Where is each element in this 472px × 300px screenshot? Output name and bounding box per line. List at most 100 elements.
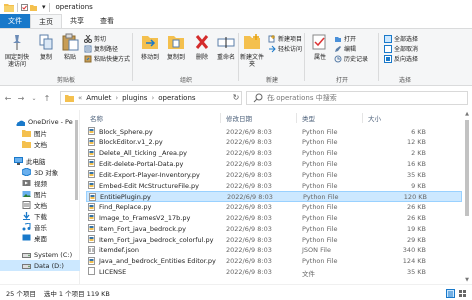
sidebar-item-label: 桌面 [34,234,47,243]
file-date: 2022/6/9 8:03 [226,181,272,190]
file-row[interactable]: Item_Fort_java_bedrock_colorful.py 2022/6… [86,234,462,245]
sidebar-item[interactable]: 文档 [0,199,80,210]
new-folder-icon[interactable] [30,4,37,11]
organize-group-label: 组织 [179,77,192,84]
refresh-icon[interactable]: ↻ [230,92,242,104]
file-type: Python File [302,257,338,266]
breadcrumb-operations[interactable]: operations [158,94,195,102]
copy-path-button[interactable]: 复制路径 [84,44,118,53]
history-button[interactable]: 历史记录 [334,54,368,63]
file-name: Block_Sphere.py [99,127,153,136]
invert-selection-button[interactable]: 反向选择 [384,54,418,63]
tab-file[interactable]: 文件 [0,14,30,28]
column-divider[interactable] [220,113,221,123]
large-icons-view-icon[interactable] [458,289,467,298]
file-row[interactable]: Image_to_FramesV2_17b.py 2022/6/9 8:03 Pyt… [86,212,462,223]
select-none-button[interactable]: 全部取消 [384,44,418,53]
column-divider[interactable] [296,113,297,123]
file-row[interactable]: Delete_All_ticking _Area.py 2022/6/9 8:03… [86,148,462,159]
file-name: Edit-delete-Portal-Data.py [99,159,184,168]
sidebar-item[interactable]: 下载 [0,210,80,221]
paste-shortcut-button[interactable]: 粘贴快捷方式 [84,54,130,63]
file-row[interactable]: Edit-Export-Player-Inventory.py 2022/6/9 … [86,169,462,180]
sidebar-scroll-thumb[interactable] [75,120,78,200]
file-size: 6 KB [411,127,426,136]
properties-button[interactable]: 属性 [308,33,332,61]
properties-label: 属性 [313,54,326,61]
move-to-label: 移动到 [140,54,159,61]
new-folder-button[interactable]: 新建文件夹 [240,33,264,68]
scroll-up-icon[interactable]: ▲ [463,110,471,118]
open-button[interactable]: 打开 [334,34,356,43]
paste-button[interactable]: 粘贴 [58,33,82,61]
forward-arrow-icon[interactable]: → [16,91,26,105]
rename-icon [217,37,235,48]
sidebar-item[interactable]: 此电脑 [0,155,80,166]
tab-share[interactable]: 共享 [62,14,92,28]
sidebar-item[interactable]: System (C:) [0,249,80,260]
tab-home[interactable]: 主页 [30,14,62,28]
tab-view[interactable]: 查看 [92,14,122,28]
column-header-size[interactable]: 大小 [368,113,381,123]
breadcrumb-separator[interactable]: › [115,94,118,102]
vertical-scrollbar[interactable]: ▲ ▼ [463,110,471,284]
sidebar-item[interactable]: 3D 对象 [0,166,80,177]
column-header-date[interactable]: 修改日期 [226,113,252,123]
title-divider [48,2,50,12]
file-type: Python File [302,224,338,233]
file-row[interactable]: LICENSE 2022/6/9 8:03 文件 35 KB [86,266,462,278]
sidebar-item[interactable]: Data (D:) [0,260,80,271]
up-arrow-icon[interactable]: ↑ [42,91,52,105]
file-row[interactable]: Find_Replace.py 2022/6/9 8:03 Python File 2… [86,202,462,213]
recent-locations-chevron-icon[interactable]: ⌄ [29,91,39,105]
move-to-icon [142,36,158,49]
rename-button[interactable]: 重命名 [214,33,238,61]
breadcrumb-separator[interactable]: › [151,94,154,102]
file-row[interactable]: Java_and_bedrock_Entities Editor.py 2022/… [86,256,462,267]
pictures-icon [22,190,31,197]
file-row[interactable]: EntitiePlugin.py 2022/6/9 8:03 Python File… [86,190,462,202]
column-divider[interactable] [362,113,363,123]
delete-button[interactable]: 删除 [190,33,214,61]
breadcrumb-amulet[interactable]: Amulet [86,94,111,102]
drive-icon [22,263,31,269]
select-all-button[interactable]: 全部选择 [384,34,418,43]
file-row[interactable]: Embed-Edit McStructureFile.py 2022/6/9 8:… [86,180,462,191]
search-placeholder: 在 operations 中搜索 [267,94,337,102]
details-view-icon[interactable] [446,289,455,298]
file-date: 2022/6/9 8:03 [226,159,272,168]
pin-quick-access-button[interactable]: 固定到快速访问 [4,33,30,68]
cut-button[interactable]: 剪切 [84,34,106,43]
copy-button[interactable]: 复制 [34,33,58,61]
edit-button[interactable]: 编辑 [334,44,356,53]
move-to-button[interactable]: 移动到 [138,33,162,61]
back-arrow-icon[interactable]: ← [3,91,13,105]
scroll-down-icon[interactable]: ▼ [463,276,471,284]
column-header-type[interactable]: 类型 [302,113,315,123]
download-icon [23,211,30,220]
file-row[interactable]: BlockEditor.v1_2.py 2022/6/9 8:03 Python F… [86,137,462,148]
sidebar-item[interactable]: 图片 [0,188,80,199]
chevron-down-icon[interactable]: ▾ [42,3,46,11]
copy-to-button[interactable]: 复制到 [164,33,188,61]
file-row[interactable]: itemdef.json 2022/6/9 8:03 JSON File 340 KB [86,245,462,256]
sidebar-item[interactable]: 图片 [0,127,80,138]
sidebar-item[interactable]: 文档 [0,138,80,149]
breadcrumb-plugins[interactable]: plugins [122,94,147,102]
easy-access-button[interactable]: 轻松访问 [268,44,302,53]
search-box[interactable]: 在 operations 中搜索 [246,91,468,105]
copy-to-label: 复制到 [166,54,185,61]
sidebar-item[interactable]: OneDrive - Pe [0,116,80,127]
sidebar-item[interactable]: 音乐 [0,221,80,232]
scroll-thumb[interactable] [465,120,469,216]
file-row[interactable]: Item_Fort_java_bedrock.py 2022/6/9 8:03 Py… [86,223,462,234]
breadcrumb-overflow[interactable]: « [78,94,82,102]
new-item-button[interactable]: 新建项目 [268,34,302,43]
sidebar-item[interactable]: 桌面 [0,232,80,243]
column-header-name[interactable]: 名称 [90,113,103,123]
file-row[interactable]: Edit-delete-Portal-Data.py 2022/6/9 8:03 P… [86,158,462,169]
file-row[interactable]: Block_Sphere.py 2022/6/9 8:03 Python File 6… [86,126,462,137]
address-bar[interactable]: « Amulet › plugins › operations ⌄ [60,91,276,105]
sidebar-item[interactable]: 视频 [0,177,80,188]
properties-icon[interactable] [21,3,28,11]
